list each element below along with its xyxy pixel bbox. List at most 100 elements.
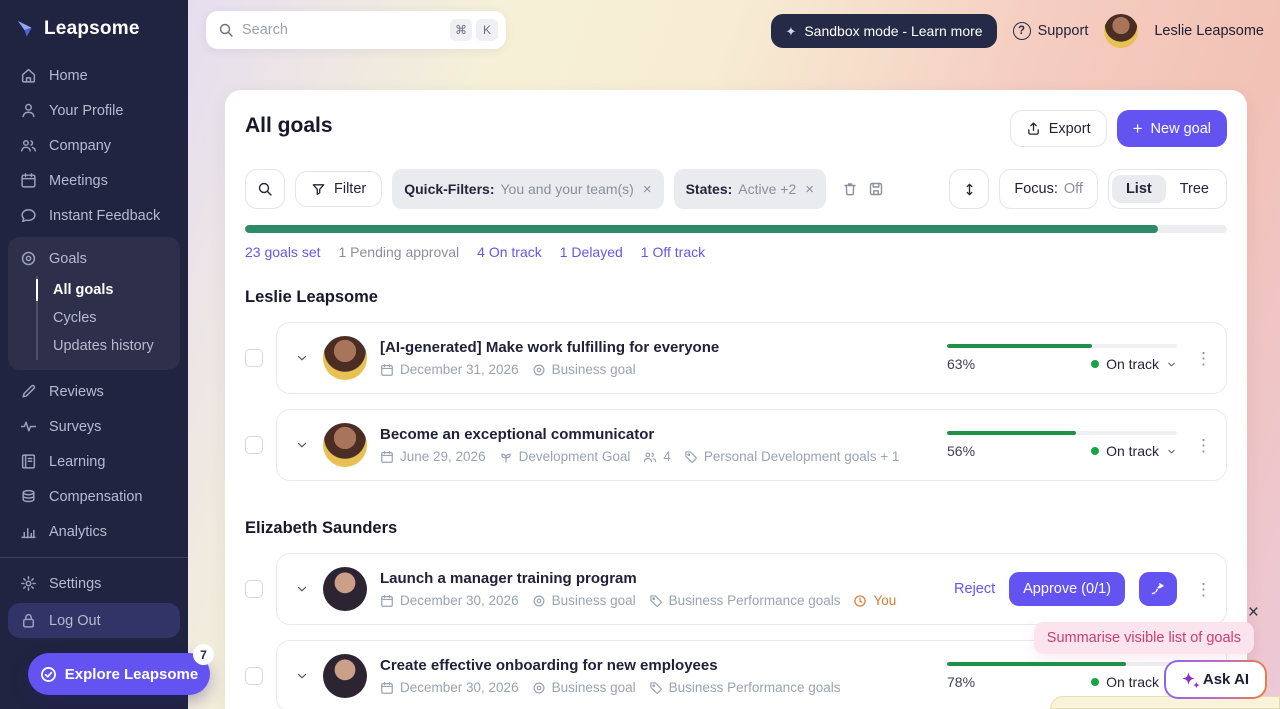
goal-right: 56% On track ⋮ xyxy=(947,431,1212,459)
sidebar-item-company[interactable]: Company xyxy=(0,128,188,163)
reject-button[interactable]: Reject xyxy=(954,581,995,597)
goal-menu-icon[interactable]: ⋮ xyxy=(1195,581,1212,598)
goal-checkbox[interactable] xyxy=(245,349,263,367)
filter-button[interactable]: Filter xyxy=(295,171,383,207)
search-input[interactable] xyxy=(242,22,446,38)
leapsome-logo[interactable]: Leapsome xyxy=(0,0,188,50)
expand-collapse-button[interactable] xyxy=(949,169,990,209)
quick-filters-chip[interactable]: Quick-Filters: You and your team(s) × xyxy=(392,169,664,209)
chevron-down-icon[interactable] xyxy=(295,669,309,683)
route-icon xyxy=(1151,583,1164,595)
tag-icon xyxy=(685,450,697,463)
sidebar-item-all-goals[interactable]: All goals xyxy=(36,276,180,304)
goal-menu-icon[interactable]: ⋮ xyxy=(1195,437,1212,454)
target-icon xyxy=(533,363,545,376)
ask-ai-label: Ask AI xyxy=(1202,671,1249,688)
check-circle-icon xyxy=(40,666,56,682)
chip-value: You and your team(s) xyxy=(500,181,634,197)
sidebar-item-cycles[interactable]: Cycles xyxy=(38,304,180,332)
remove-chip-icon[interactable]: × xyxy=(805,181,814,198)
sidebar-item-label: Reviews xyxy=(49,383,104,400)
user-avatar[interactable] xyxy=(1104,14,1139,48)
sidebar-item-settings[interactable]: Settings xyxy=(0,566,188,601)
goal-title: Become an exceptional communicator xyxy=(380,426,655,443)
goal-due-date: December 30, 2026 xyxy=(380,593,519,608)
sidebar-item-compensation[interactable]: Compensation xyxy=(0,479,188,514)
goal-type: Development Goal xyxy=(499,449,630,464)
goal-card[interactable]: [AI-generated] Make work fulfilling for … xyxy=(276,322,1227,394)
approve-button[interactable]: Approve (0/1) xyxy=(1009,572,1125,606)
chevron-down-icon[interactable] xyxy=(295,582,309,596)
chip-label: Quick-Filters: xyxy=(404,181,495,197)
goal-percent: 56% xyxy=(947,443,976,459)
ai-suggestion-tooltip[interactable]: Summarise visible list of goals xyxy=(1033,622,1254,654)
sparkle-icon: ✦ xyxy=(785,23,797,39)
goal-due-date: June 29, 2026 xyxy=(380,449,486,464)
goal-owner-avatar xyxy=(323,654,367,698)
focus-toggle-button[interactable]: Focus: Off xyxy=(999,169,1098,209)
cascade-goal-button[interactable] xyxy=(1139,572,1177,606)
goal-checkbox[interactable] xyxy=(245,580,263,598)
sidebar-item-surveys[interactable]: Surveys xyxy=(0,409,188,444)
goal-checkbox[interactable] xyxy=(245,436,263,454)
view-switcher: List Tree xyxy=(1107,169,1227,209)
sidebar-item-goals[interactable]: Goals xyxy=(8,241,180,276)
goal-right: 63% On track ⋮ xyxy=(947,344,1212,372)
view-list-tab[interactable]: List xyxy=(1111,175,1166,203)
goal-percent: 78% xyxy=(947,674,976,690)
sandbox-mode-button[interactable]: ✦ Sandbox mode - Learn more xyxy=(771,14,997,48)
goal-card[interactable]: Launch a manager training program Decemb… xyxy=(276,553,1227,625)
goal-checkbox[interactable] xyxy=(245,667,263,685)
close-icon[interactable]: × xyxy=(1248,603,1259,622)
sidebar-goals-group: Goals All goals Cycles Updates history xyxy=(8,237,180,370)
goal-status-dropdown[interactable]: On track xyxy=(1091,443,1177,459)
sidebar-item-instant-feedback[interactable]: Instant Feedback xyxy=(0,198,188,233)
goal-due-date: December 31, 2026 xyxy=(380,362,519,377)
goal-row: [AI-generated] Make work fulfilling for … xyxy=(245,322,1227,394)
new-goal-button[interactable]: + New goal xyxy=(1116,110,1227,147)
goal-right: Reject Approve (0/1) ⋮ xyxy=(954,572,1212,606)
clock-icon xyxy=(854,594,867,607)
overall-progress-fill xyxy=(245,225,1159,233)
sidebar-item-analytics[interactable]: Analytics xyxy=(0,514,188,549)
sidebar-item-meetings[interactable]: Meetings xyxy=(0,163,188,198)
stat-delayed[interactable]: 1 Delayed xyxy=(560,244,623,260)
status-dot xyxy=(1091,447,1100,455)
states-chip[interactable]: States: Active +2 × xyxy=(673,169,827,209)
support-button[interactable]: ? Support xyxy=(1012,22,1088,40)
remove-chip-icon[interactable]: × xyxy=(643,181,652,198)
sidebar-item-your-profile[interactable]: Your Profile xyxy=(0,93,188,128)
delete-filters-icon[interactable] xyxy=(842,181,858,197)
goal-menu-icon[interactable]: ⋮ xyxy=(1195,350,1212,367)
section-owner-title: Leslie Leapsome xyxy=(245,288,378,306)
goal-card[interactable]: Become an exceptional communicator June … xyxy=(276,409,1227,481)
sidebar-nav: Home Your Profile Company Meetings Insta… xyxy=(0,58,188,638)
sidebar-item-reviews[interactable]: Reviews xyxy=(0,374,188,409)
sprout-icon xyxy=(500,453,511,463)
stat-goals-set[interactable]: 23 goals set xyxy=(245,244,321,260)
sidebar-item-log-out[interactable]: Log Out xyxy=(8,603,180,638)
sidebar-item-learning[interactable]: Learning xyxy=(0,444,188,479)
stat-on-track[interactable]: 4 On track xyxy=(477,244,542,260)
stat-off-track[interactable]: 1 Off track xyxy=(641,244,705,260)
view-tree-tab[interactable]: Tree xyxy=(1166,175,1223,203)
user-name[interactable]: Leslie Leapsome xyxy=(1154,23,1264,39)
explore-badge: 7 xyxy=(193,644,214,665)
goal-status-dropdown[interactable]: On track xyxy=(1091,356,1177,372)
save-filters-icon[interactable] xyxy=(868,181,884,197)
explore-leapsome-button[interactable]: Explore Leapsome 7 xyxy=(28,644,214,695)
ask-ai-button[interactable]: ✦ Ask AI xyxy=(1164,660,1267,699)
stat-pending-approval[interactable]: 1 Pending approval xyxy=(339,244,460,260)
list-search-button[interactable] xyxy=(245,169,285,209)
goal-meta: December 30, 2026 Business goal Business… xyxy=(380,593,896,608)
chevron-down-icon[interactable] xyxy=(295,438,309,452)
sidebar-item-updates-history[interactable]: Updates history xyxy=(38,332,180,360)
goal-tags: Business Performance goals xyxy=(649,680,840,695)
chevron-down-icon[interactable] xyxy=(295,351,309,365)
overall-progress-bar xyxy=(245,225,1227,233)
goal-progress: 63% On track xyxy=(947,344,1177,372)
sidebar-item-label: Your Profile xyxy=(49,102,124,119)
export-button[interactable]: Export xyxy=(1009,110,1107,147)
sidebar-item-home[interactable]: Home xyxy=(0,58,188,93)
global-search[interactable]: ⌘ K xyxy=(206,11,506,49)
